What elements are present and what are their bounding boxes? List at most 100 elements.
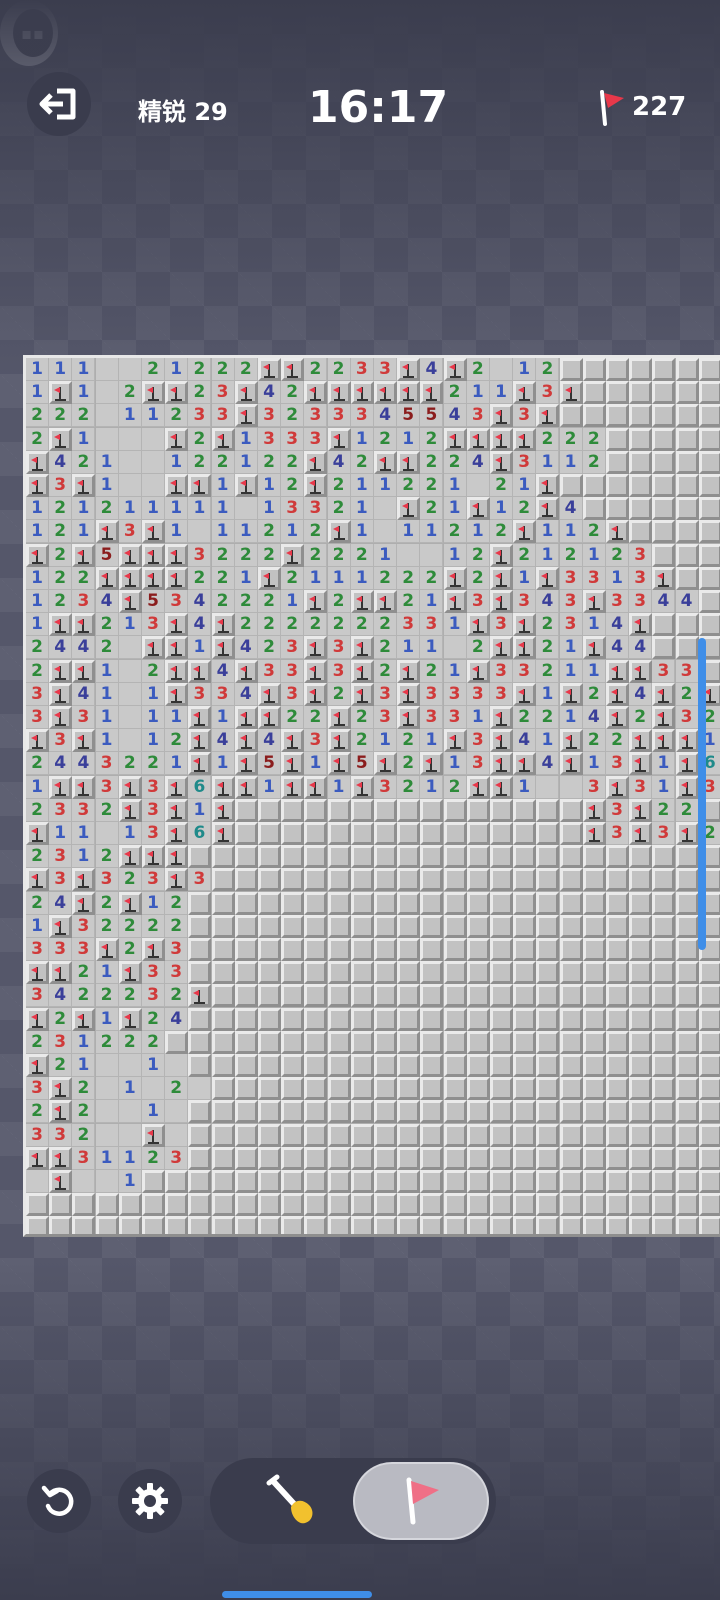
cell-covered[interactable] [211,938,235,961]
cell-flagged[interactable] [397,659,421,683]
cell-revealed[interactable]: 2 [652,798,676,822]
cell-flagged[interactable] [234,474,258,497]
cell-revealed[interactable]: 1 [420,590,444,613]
cell-revealed[interactable]: 3 [374,358,397,381]
cell-covered[interactable] [397,798,421,822]
cell-revealed[interactable]: 1 [142,1054,165,1077]
cell-flagged[interactable] [72,543,96,567]
cell-covered[interactable] [606,1146,629,1170]
cell-covered[interactable] [443,914,467,938]
cell-revealed[interactable]: 1 [165,706,189,729]
cell-covered[interactable] [559,914,583,938]
cell-revealed[interactable]: 2 [281,404,305,428]
cell-revealed[interactable]: 3 [327,659,351,683]
cell-covered[interactable] [327,1193,351,1217]
cell-covered[interactable] [582,1123,606,1147]
cell-revealed[interactable]: 3 [606,590,629,613]
cell-flagged[interactable] [26,1054,49,1077]
cell-revealed[interactable]: 2 [327,543,351,567]
cell-flagged[interactable] [211,427,235,451]
cell-flagged[interactable] [397,358,421,381]
cell-covered[interactable] [350,822,374,845]
cell-revealed[interactable]: 1 [95,474,119,497]
cell-covered[interactable] [490,1170,513,1193]
cell-covered[interactable] [513,845,537,869]
cell-flagged[interactable] [26,474,49,497]
cell-covered[interactable] [420,1030,444,1054]
cell-revealed[interactable]: 2 [234,543,258,567]
cell-covered[interactable] [397,914,421,938]
cell-covered[interactable] [466,822,490,845]
cell-revealed[interactable]: 1 [211,520,235,544]
cell-covered[interactable] [95,1193,119,1217]
cell-flagged[interactable] [652,682,676,706]
cell-covered[interactable] [652,914,676,938]
cell-covered[interactable] [490,984,513,1008]
cell-covered[interactable] [536,798,560,822]
cell-covered[interactable] [629,1193,653,1217]
cell-covered[interactable] [234,822,258,845]
cell-covered[interactable] [281,938,305,961]
cell-flagged[interactable] [26,1146,49,1170]
cell-covered[interactable] [304,1170,328,1193]
cell-revealed[interactable] [118,729,142,753]
cell-covered[interactable] [582,404,606,428]
dig-mode-button[interactable] [238,1464,348,1538]
cell-revealed[interactable]: 3 [420,682,444,706]
cell-covered[interactable] [327,1054,351,1077]
cell-revealed[interactable]: 1 [49,358,73,381]
cell-covered[interactable] [258,1077,281,1101]
cell-covered[interactable] [582,961,606,985]
cell-revealed[interactable]: 5 [397,404,421,428]
cell-revealed[interactable]: 3 [95,775,119,799]
cell-revealed[interactable] [397,543,421,567]
cell-flagged[interactable] [118,566,142,590]
cell-revealed[interactable]: 2 [327,590,351,613]
cell-covered[interactable] [443,1170,467,1193]
cell-revealed[interactable]: 4 [420,358,444,381]
cell-covered[interactable] [466,1170,490,1193]
cell-covered[interactable] [629,1170,653,1193]
cell-revealed[interactable]: 1 [582,659,606,683]
cell-covered[interactable] [466,1007,490,1031]
cell-flagged[interactable] [165,427,189,451]
cell-revealed[interactable]: 1 [95,682,119,706]
cell-covered[interactable] [258,891,281,915]
cell-revealed[interactable]: 2 [49,497,73,521]
cell-flagged[interactable] [142,636,165,660]
cell-covered[interactable] [258,1123,281,1147]
cell-revealed[interactable]: 2 [95,497,119,521]
cell-revealed[interactable]: 1 [258,497,281,521]
cell-covered[interactable] [698,450,720,474]
cell-covered[interactable] [304,891,328,915]
cell-covered[interactable] [234,1030,258,1054]
cell-revealed[interactable]: 1 [559,659,583,683]
cell-revealed[interactable]: 4 [72,752,96,776]
cell-revealed[interactable]: 4 [536,590,560,613]
cell-covered[interactable] [281,1030,305,1054]
cell-revealed[interactable]: 3 [142,961,165,985]
cell-revealed[interactable]: 4 [72,682,96,706]
cell-covered[interactable] [559,798,583,822]
cell-revealed[interactable] [118,474,142,497]
cell-covered[interactable] [513,1146,537,1170]
cell-revealed[interactable]: 3 [49,729,73,753]
cell-covered[interactable] [466,984,490,1008]
cell-flagged[interactable] [443,729,467,753]
cell-revealed[interactable]: 1 [397,427,421,451]
cell-flagged[interactable] [95,520,119,544]
cell-covered[interactable] [466,1100,490,1124]
cell-revealed[interactable]: 1 [142,497,165,521]
cell-revealed[interactable]: 2 [26,1030,49,1054]
cell-flagged[interactable] [629,613,653,637]
cell-covered[interactable] [698,566,720,590]
cell-covered[interactable] [536,914,560,938]
cell-flagged[interactable] [559,381,583,405]
cell-revealed[interactable]: 2 [72,984,96,1008]
cell-revealed[interactable]: 2 [188,358,212,381]
cell-flagged[interactable] [142,1123,165,1147]
cell-revealed[interactable]: 1 [26,497,49,521]
cell-revealed[interactable]: 3 [281,682,305,706]
cell-flagged[interactable] [397,497,421,521]
cell-covered[interactable] [606,938,629,961]
